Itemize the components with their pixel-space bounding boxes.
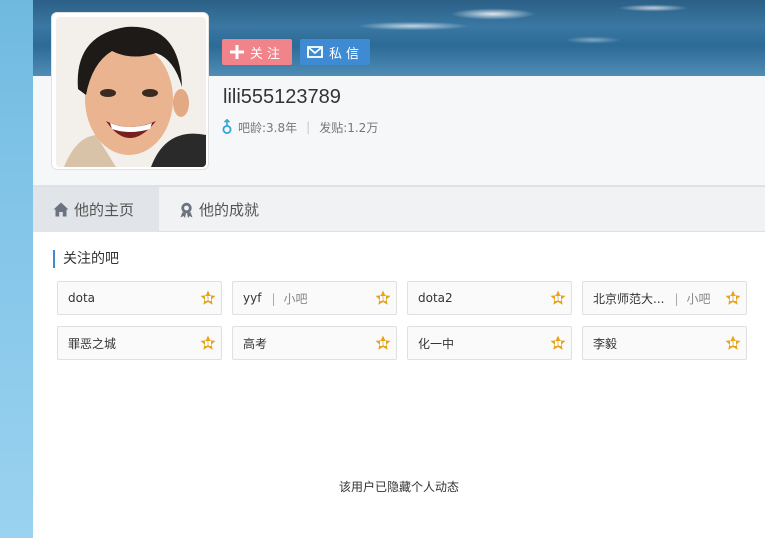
star-badge-icon: 1 <box>200 290 216 305</box>
avatar-portrait <box>56 17 206 167</box>
tab-achievements[interactable]: 他的成就 <box>159 187 279 232</box>
left-background-strip <box>0 0 33 538</box>
svg-text:1: 1 <box>731 342 734 348</box>
bar-name: 高考 <box>243 336 268 351</box>
bar-name: 化一中 <box>418 336 455 351</box>
gender-male-icon <box>222 119 232 135</box>
svg-text:1: 1 <box>206 297 209 303</box>
followed-bars-title: 关注的吧 <box>53 250 119 268</box>
message-button[interactable]: 私信 <box>300 39 370 65</box>
svg-text:1: 1 <box>731 297 734 303</box>
follow-button-label: 关注 <box>249 46 284 62</box>
star-badge-icon: 1 <box>725 335 741 350</box>
bar-item-dota[interactable]: dota 1 <box>57 281 222 315</box>
bar-role-tag: | 小吧 <box>674 291 711 306</box>
plus-icon <box>229 45 244 59</box>
tab-achievements-label: 他的成就 <box>199 201 260 219</box>
bar-item-bnu[interactable]: 北京师范大... | 小吧 1 <box>582 281 747 315</box>
bar-item-sin-city[interactable]: 罪恶之城 1 <box>57 326 222 360</box>
home-icon <box>53 202 69 217</box>
avatar[interactable] <box>56 17 206 167</box>
hidden-activity-message: 该用户已隐藏个人动态 <box>338 480 459 494</box>
star-badge-icon: 1 <box>375 335 391 350</box>
forum-age: 吧龄:3.8年 <box>238 120 298 135</box>
bar-name: 李毅 <box>593 336 618 351</box>
star-badge-icon: 1 <box>550 290 566 305</box>
post-count: 发贴:1.2万 <box>319 120 379 135</box>
profile-tabs: 他的主页 他的成就 <box>33 186 765 232</box>
bar-name: dota <box>68 291 96 305</box>
tab-home[interactable]: 他的主页 <box>33 187 159 232</box>
bar-name: 罪恶之城 <box>68 336 117 351</box>
meta-separator: | <box>306 120 311 134</box>
username: lili555123789 <box>223 86 341 108</box>
message-button-label: 私信 <box>328 46 363 62</box>
bar-item-yyf[interactable]: yyf | 小吧 1 <box>232 281 397 315</box>
bar-item-gaokao[interactable]: 高考 1 <box>232 326 397 360</box>
svg-text:1: 1 <box>381 297 384 303</box>
bar-item-liyi[interactable]: 李毅 1 <box>582 326 747 360</box>
bar-item-huayizhong[interactable]: 化一中 1 <box>407 326 572 360</box>
star-badge-icon: 1 <box>200 335 216 350</box>
user-meta: 吧龄:3.8年 | 发贴:1.2万 <box>222 118 378 136</box>
medal-icon <box>179 202 194 218</box>
follow-button[interactable]: 关注 <box>222 39 292 65</box>
bar-name: yyf <box>243 291 262 305</box>
envelope-icon <box>307 46 323 58</box>
star-badge-icon: 1 <box>725 290 741 305</box>
star-badge-icon: 1 <box>550 335 566 350</box>
star-badge-icon: 1 <box>375 290 391 305</box>
tab-home-label: 他的主页 <box>74 201 135 219</box>
svg-text:1: 1 <box>556 297 559 303</box>
svg-text:1: 1 <box>556 342 559 348</box>
svg-text:1: 1 <box>381 342 384 348</box>
bar-name: 北京师范大... <box>593 291 665 306</box>
followed-bars-list: dota 1 yyf | 小吧 1 dota2 1 北京师范大... | 小吧 1 … <box>57 281 749 360</box>
bar-item-dota2[interactable]: dota2 1 <box>407 281 572 315</box>
bar-role-tag: | 小吧 <box>271 291 308 306</box>
avatar-frame[interactable] <box>51 12 209 170</box>
svg-text:1: 1 <box>206 342 209 348</box>
bar-name: dota2 <box>418 291 453 305</box>
